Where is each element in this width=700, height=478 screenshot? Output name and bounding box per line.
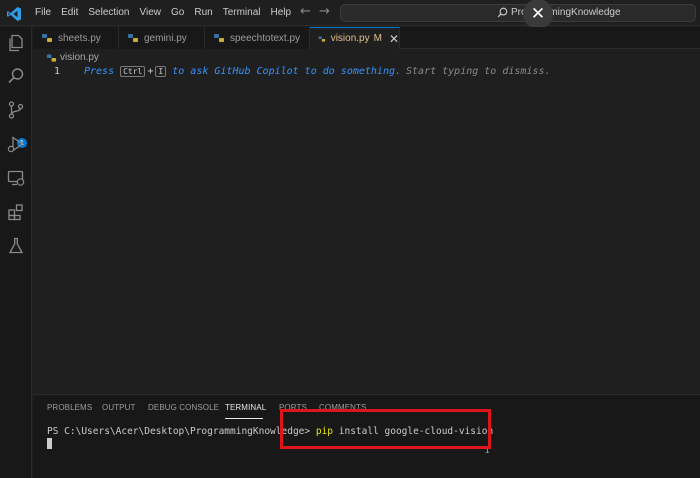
- source-control-icon[interactable]: [6, 100, 26, 120]
- panel-tab-terminal[interactable]: TERMINAL: [225, 403, 266, 412]
- panel-tab-debug-console[interactable]: DEBUG CONSOLE: [148, 403, 219, 412]
- highlight-annotation-box: [280, 409, 491, 449]
- tab-vision[interactable]: vision.py M ✕: [310, 27, 400, 49]
- tab-speechtotext[interactable]: speechtotext.py: [205, 27, 310, 49]
- back-arrow-icon[interactable]: ←: [300, 5, 311, 19]
- testing-flask-icon[interactable]: [6, 236, 26, 256]
- hint-press: Press: [84, 66, 115, 77]
- hint-text: to ask GitHub Copilot to do something.: [172, 66, 402, 77]
- tab-label: sheets.py: [58, 32, 101, 44]
- remote-explorer-icon[interactable]: [6, 168, 26, 188]
- menu-edit[interactable]: Edit: [56, 0, 83, 26]
- close-tab-icon[interactable]: ✕: [389, 32, 399, 46]
- search-sidebar-icon[interactable]: [6, 66, 26, 86]
- forward-arrow-icon[interactable]: →: [319, 5, 330, 19]
- vscode-logo-icon: [7, 7, 21, 21]
- breadcrumb[interactable]: vision.py: [46, 52, 99, 63]
- python-file-icon: [42, 34, 52, 42]
- python-file-icon: [318, 35, 326, 42]
- tab-label: speechtotext.py: [230, 32, 301, 44]
- kbd-i: I: [155, 66, 167, 77]
- menu-help[interactable]: Help: [266, 0, 297, 26]
- tab-sheets[interactable]: sheets.py: [33, 27, 119, 49]
- modified-indicator: M: [373, 33, 382, 44]
- python-file-icon: [214, 34, 224, 42]
- menu-file[interactable]: File: [30, 0, 56, 26]
- tab-label: vision.py: [330, 33, 370, 44]
- terminal-prompt: PS C:\Users\Acer\Desktop\ProgrammingKnow…: [47, 426, 311, 437]
- title-bar: File Edit Selection View Go Run Terminal…: [0, 0, 700, 29]
- hint-dismiss: Start typing to dismiss.: [406, 66, 551, 77]
- editor-tab-bar: sheets.py gemini.py speechtotext.py visi…: [33, 27, 700, 49]
- command-center-search[interactable]: ProgrammingKnowledge: [340, 4, 696, 22]
- close-icon[interactable]: ✕: [523, 0, 553, 29]
- extensions-icon[interactable]: [6, 202, 26, 222]
- search-icon: [497, 7, 508, 18]
- panel-tab-problems[interactable]: PROBLEMS: [47, 403, 92, 412]
- menu-bar: File Edit Selection View Go Run Terminal…: [30, 0, 296, 26]
- active-tab-underline: [225, 418, 263, 419]
- breadcrumb-file: vision.py: [60, 52, 99, 63]
- python-file-icon: [128, 34, 138, 42]
- menu-go[interactable]: Go: [166, 0, 189, 26]
- kbd-ctrl: Ctrl: [120, 66, 146, 77]
- menu-view[interactable]: View: [135, 0, 167, 26]
- menu-selection[interactable]: Selection: [83, 0, 134, 26]
- tab-label: gemini.py: [144, 32, 187, 44]
- kbd-plus: +: [147, 66, 154, 77]
- tab-gemini[interactable]: gemini.py: [119, 27, 205, 49]
- line-number: 1: [54, 66, 61, 77]
- copilot-hint: Press Ctrl + I to ask GitHub Copilot to …: [84, 66, 551, 77]
- panel-tab-output[interactable]: OUTPUT: [102, 403, 136, 412]
- menu-terminal[interactable]: Terminal: [218, 0, 266, 26]
- explorer-icon[interactable]: [6, 33, 26, 53]
- python-file-icon: [46, 53, 57, 62]
- run-debug-icon[interactable]: [6, 134, 26, 154]
- menu-run[interactable]: Run: [189, 0, 217, 26]
- terminal-cursor: [47, 438, 52, 449]
- activity-bar: 1: [0, 27, 32, 478]
